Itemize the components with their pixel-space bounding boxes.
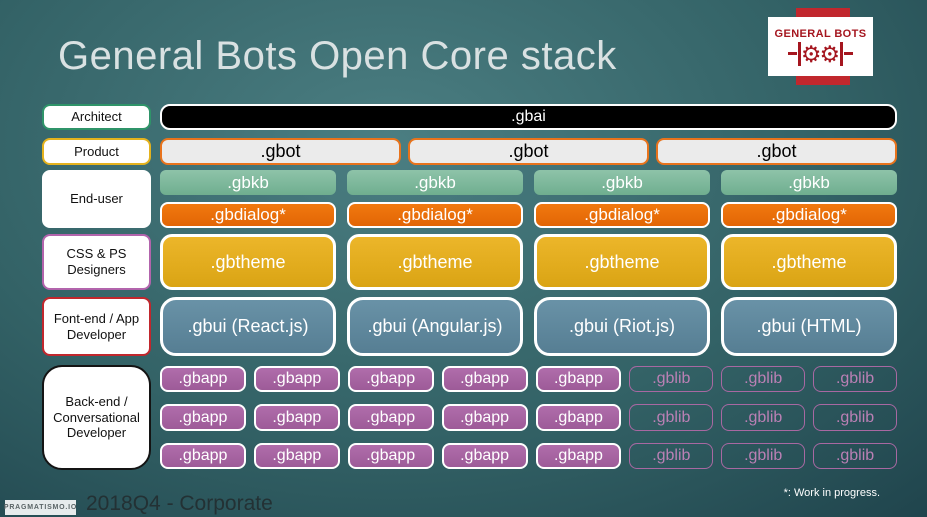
gbdialog-box: .gbdialog* (534, 202, 710, 228)
gbot-box: .gbot (656, 138, 897, 165)
gbot-box: .gbot (160, 138, 401, 165)
gblib-box: .gblib (813, 443, 897, 469)
gbkb-box: .gbkb (721, 170, 897, 195)
gbapp-box: .gbapp (347, 443, 434, 469)
gbapp-box: .gbapp (253, 443, 340, 469)
gbkb-box: .gbkb (534, 170, 710, 195)
gblib-box: .gblib (721, 366, 806, 392)
label-architect: Architect (42, 104, 151, 130)
gblib-box: .gblib (629, 443, 714, 469)
gbai-box: .gbai (160, 104, 897, 130)
gbapp-box: .gbapp (347, 404, 434, 431)
row-gbui: .gbui (React.js) .gbui (Angular.js) .gbu… (160, 297, 897, 356)
gbtheme-box: .gbtheme (160, 234, 336, 290)
gbdialog-box: .gbdialog* (721, 202, 897, 228)
gbapp-box: .gbapp (535, 443, 622, 469)
gbot-box: .gbot (408, 138, 649, 165)
gbapp-box: .gbapp (347, 366, 434, 392)
work-in-progress-note: *: Work in progress. (783, 487, 880, 499)
gbkb-box: .gbkb (347, 170, 523, 195)
gbapp-box: .gbapp (160, 404, 246, 431)
gblib-box: .gblib (813, 404, 897, 431)
row-gbkb: .gbkb .gbkb .gbkb .gbkb (160, 170, 897, 195)
gbui-html-box: .gbui (HTML) (721, 297, 897, 356)
gbapp-box: .gbapp (441, 404, 528, 431)
label-end-user: End-user (42, 170, 151, 228)
gblib-box: .gblib (813, 366, 897, 392)
gbapp-box: .gbapp (535, 404, 622, 431)
gear-line-right (844, 52, 854, 55)
label-frontend-app-developer: Font-end / App Developer (42, 297, 151, 356)
slide-canvas: General Bots Open Core stack GENERAL BOT… (0, 0, 927, 517)
logo-brand-text: GENERAL BOTS (774, 27, 867, 40)
gbui-riot-box: .gbui (Riot.js) (534, 297, 710, 356)
gbdialog-box: .gbdialog* (347, 202, 523, 228)
gbapp-box: .gbapp (160, 366, 246, 392)
row-gbot: .gbot .gbot .gbot (160, 138, 897, 165)
gblib-box: .gblib (629, 366, 714, 392)
gbapp-box: .gbapp (441, 443, 528, 469)
row-gbapp-2: .gbapp .gbapp .gbapp .gbapp .gbapp .gbli… (160, 404, 897, 431)
gbapp-box: .gbapp (253, 366, 340, 392)
gblib-box: .gblib (721, 443, 806, 469)
gbtheme-box: .gbtheme (347, 234, 523, 290)
general-bots-logo: GENERAL BOTS ⚙ ⚙ (768, 17, 873, 76)
gbapp-box: .gbapp (535, 366, 622, 392)
gear-bar-right (840, 41, 844, 66)
gbapp-box: .gbapp (441, 366, 528, 392)
gblib-box: .gblib (629, 404, 714, 431)
gbui-angular-box: .gbui (Angular.js) (347, 297, 523, 356)
gbtheme-box: .gbtheme (534, 234, 710, 290)
gear-line-left (787, 52, 797, 55)
pragmatismo-logo: PRAGMATISMO.IO (4, 500, 76, 515)
row-gbapp-1: .gbapp .gbapp .gbapp .gbapp .gbapp .gbli… (160, 366, 897, 392)
label-backend-conversational-developer: Back-end / Conversational Developer (42, 365, 151, 470)
label-css-ps-designers: CSS & PS Designers (42, 234, 151, 290)
gear-icon: ⚙ (800, 40, 822, 67)
gbdialog-box: .gbdialog* (160, 202, 336, 228)
gears-icon: ⚙ ⚙ (787, 40, 854, 67)
gbtheme-box: .gbtheme (721, 234, 897, 290)
row-gbtheme: .gbtheme .gbtheme .gbtheme .gbtheme (160, 234, 897, 290)
gblib-box: .gblib (721, 404, 806, 431)
row-gbdialog: .gbdialog* .gbdialog* .gbdialog* .gbdial… (160, 202, 897, 228)
footer-caption: 2018Q4 - Corporate (86, 492, 273, 515)
label-product: Product (42, 138, 151, 165)
row-gbapp-3: .gbapp .gbapp .gbapp .gbapp .gbapp .gbli… (160, 443, 897, 469)
gbapp-box: .gbapp (253, 404, 340, 431)
gbui-react-box: .gbui (React.js) (160, 297, 336, 356)
page-title: General Bots Open Core stack (58, 34, 617, 78)
row-gbai: .gbai (160, 104, 897, 130)
gbkb-box: .gbkb (160, 170, 336, 195)
gbapp-box: .gbapp (160, 443, 246, 469)
gear-icon: ⚙ (819, 40, 841, 67)
